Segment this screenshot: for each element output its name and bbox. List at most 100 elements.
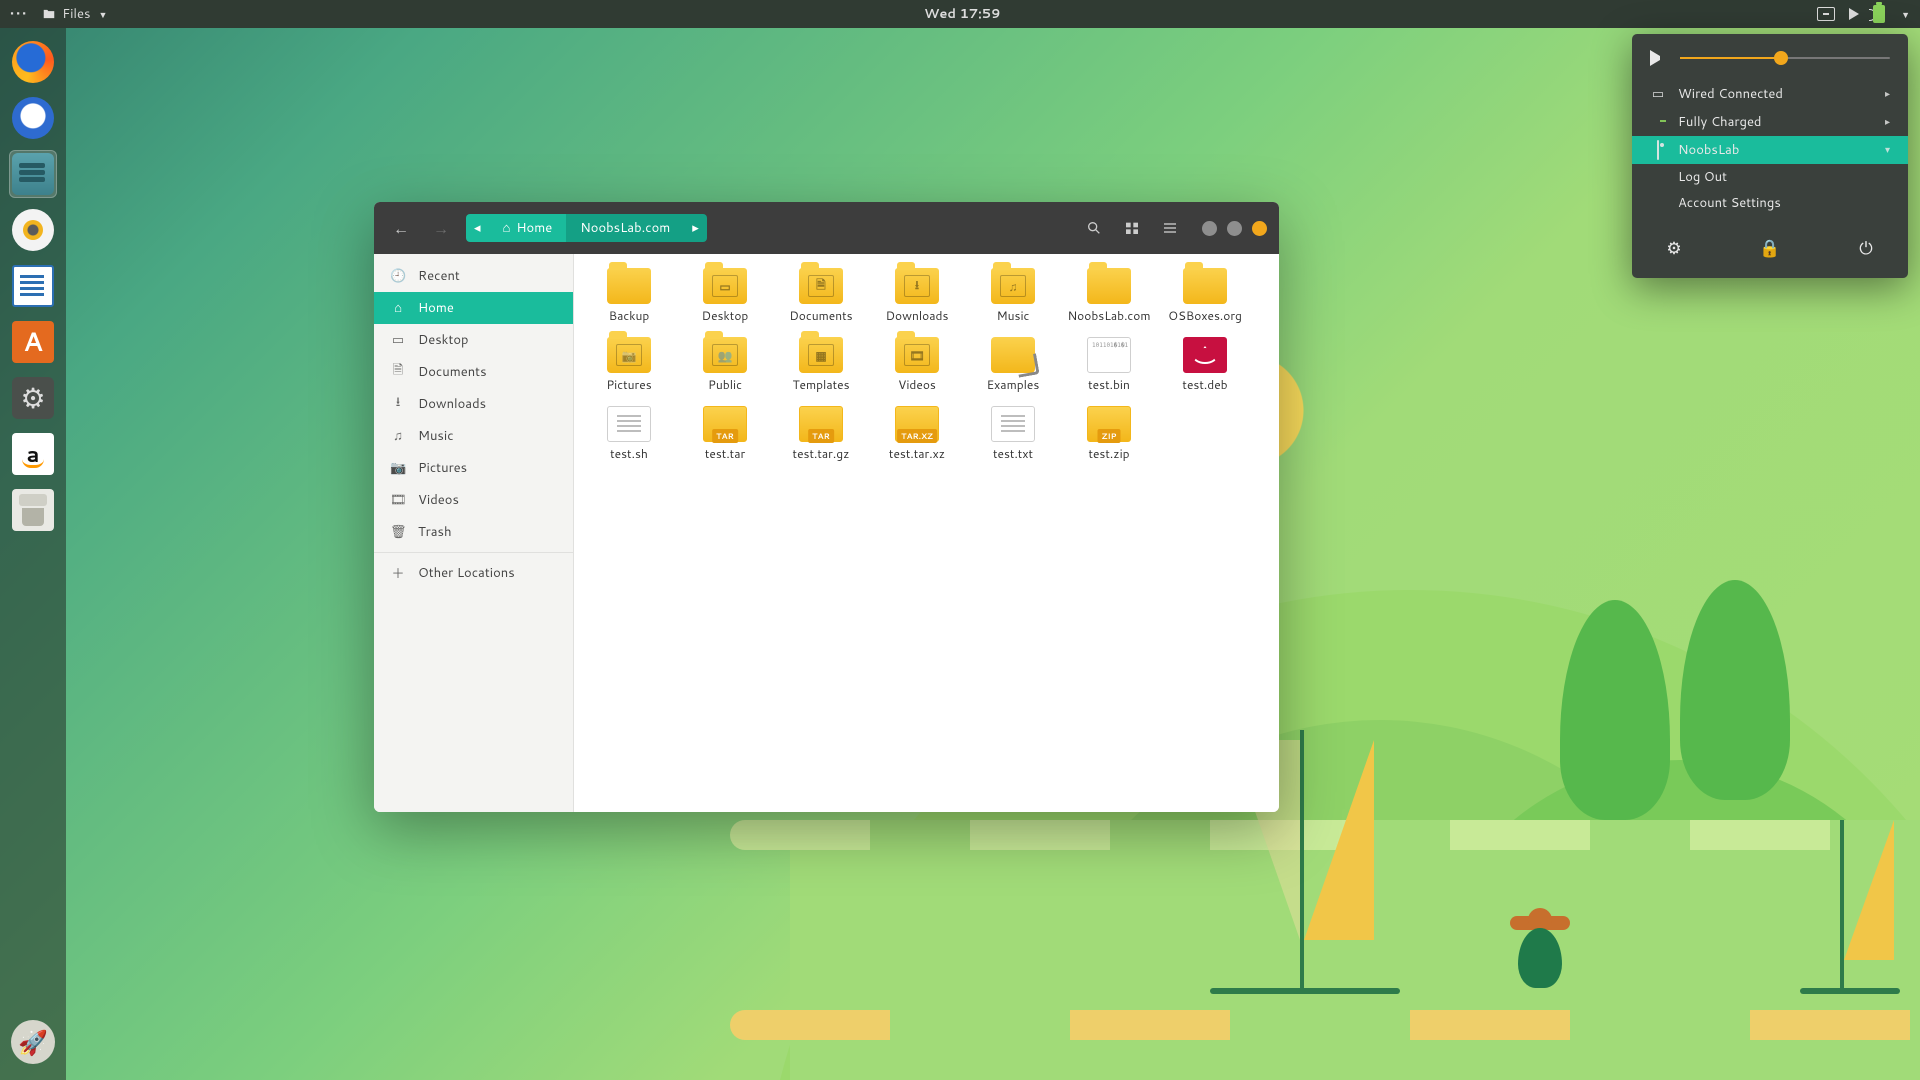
dock-app-rhythmbox[interactable] [9,206,57,254]
file-item-label: Examples [987,377,1040,392]
file-item-label: Pictures [606,377,651,392]
window-titlebar[interactable]: ← → ◂ ⌂ Home NoobsLab.com ▸ [374,202,1279,254]
clock[interactable]: Wed 17:59 [924,5,1000,23]
dock-app-amazon[interactable]: a [9,430,57,478]
sidebar-item-label: Music [418,427,454,445]
file-item[interactable]: test.sh [582,402,676,467]
file-item[interactable]: 🗎Documents [774,264,868,329]
file-item[interactable]: ZIPtest.zip [1062,402,1156,467]
file-item[interactable]: 🎞Videos [870,333,964,398]
file-item[interactable]: ▭Desktop [678,264,772,329]
file-item[interactable]: 📷Pictures [582,333,676,398]
window-minimize-button[interactable] [1202,221,1217,236]
sidebar-item-downloads[interactable]: ⭳Downloads [374,388,573,420]
sidebar-item-pictures[interactable]: 📷Pictures [374,452,573,484]
window-maximize-button[interactable] [1227,221,1242,236]
file-item-label: Backup [609,308,650,323]
path-breadcrumb: ◂ ⌂ Home NoobsLab.com ▸ [466,214,707,242]
system-menu-wired-connected[interactable]: ▭Wired Connected▸ [1632,80,1908,108]
file-item[interactable]: ⭳Downloads [870,264,964,329]
sidebar-item-label: Other Locations [418,564,515,582]
sidebar-item-home[interactable]: ⌂Home [374,292,573,324]
dock-app-settings[interactable]: ⚙ [9,374,57,422]
active-app-menu[interactable]: Files ▼ [42,5,107,23]
file-item[interactable]: 👥Public [678,333,772,398]
settings-button[interactable]: ⚙ [1660,234,1688,262]
sidebar-item-icon: ⌂ [390,299,406,317]
volume-slider-row [1632,50,1908,80]
file-item[interactable]: test.deb [1158,333,1252,398]
dock-app-launcher[interactable]: 🚀 [9,1018,57,1066]
file-item-label: Public [708,377,742,392]
sidebar-item-videos[interactable]: 🎞Videos [374,484,573,516]
file-item[interactable]: ▦Templates [774,333,868,398]
power-button[interactable]: ⏻ [1852,234,1880,262]
breadcrumb-current-label: NoobsLab.com [580,219,670,237]
sidebar-item-icon: 🗎 [390,361,406,383]
speaker-icon [1650,50,1666,66]
breadcrumb-current[interactable]: NoobsLab.com [566,214,684,242]
system-menu-popup: ▭Wired Connected▸Fully Charged▸NoobsLab▾… [1632,34,1908,278]
breadcrumb-prev-icon[interactable]: ◂ [466,214,489,242]
sidebar-item-label: Videos [418,491,459,509]
system-tray[interactable]: ▼ [1817,5,1910,23]
dock-app-firefox[interactable] [9,38,57,86]
file-item[interactable]: TAR.XZtest.tar.xz [870,402,964,467]
dock-app-software[interactable]: A [9,318,57,366]
system-submenu-log-out[interactable]: Log Out [1632,164,1908,190]
dock-app-trash[interactable] [9,486,57,534]
file-item[interactable]: Examples [966,333,1060,398]
file-item[interactable]: Backup [582,264,676,329]
breadcrumb-home-label: Home [516,219,552,237]
nav-forward-button[interactable]: → [426,213,456,243]
system-menu-fully-charged[interactable]: Fully Charged▸ [1632,108,1908,136]
system-menu-label: Wired Connected [1678,85,1783,103]
sidebar-item-music[interactable]: ♫Music [374,420,573,452]
window-close-button[interactable] [1252,221,1267,236]
nav-back-button[interactable]: ← [386,213,416,243]
chevron-down-icon[interactable]: ▼ [1901,8,1910,21]
file-item[interactable]: OSBoxes.org [1158,264,1252,329]
volume-icon[interactable] [1849,8,1859,20]
sidebar-item-icon: 🕘 [390,267,406,285]
file-item[interactable]: NoobsLab.com [1062,264,1156,329]
sidebar-item-icon: 🗑 [390,523,406,541]
sidebar-item-label: Trash [418,523,452,541]
file-item-label: test.tar.gz [793,446,850,461]
active-app-label: Files [62,5,90,23]
file-item[interactable]: test.txt [966,402,1060,467]
sidebar-item-icon: ▭ [390,331,406,349]
system-menu-label: Fully Charged [1678,113,1761,131]
sidebar-item-recent[interactable]: 🕘Recent [374,260,573,292]
sidebar-item-other-locations[interactable]: ＋Other Locations [374,557,573,589]
view-toggle-button[interactable] [1118,214,1146,242]
dock-app-thunderbird[interactable] [9,94,57,142]
sidebar-item-label: Downloads [418,395,486,413]
sidebar-item-trash[interactable]: 🗑 Trash [374,516,573,548]
sidebar-item-desktop[interactable]: ▭ Desktop [374,324,573,356]
search-button[interactable] [1080,214,1108,242]
sidebar-item-label: Desktop [418,331,469,349]
breadcrumb-next-icon[interactable]: ▸ [684,214,707,242]
volume-slider[interactable] [1680,57,1890,59]
user-icon [1650,141,1666,159]
system-menu-noobslab[interactable]: NoobsLab▾ [1632,136,1908,164]
file-item-label: Desktop [702,308,749,323]
lock-button[interactable]: 🔒 [1756,234,1784,262]
grid-icon [1124,220,1140,236]
dock-app-files[interactable] [9,150,57,198]
file-item[interactable]: TARtest.tar.gz [774,402,868,467]
sidebar-item-documents[interactable]: 🗎Documents [374,356,573,388]
file-item-label: Downloads [886,308,949,323]
hamburger-menu-button[interactable] [1156,214,1184,242]
system-submenu-account-settings[interactable]: Account Settings [1632,190,1908,216]
dock-app-writer[interactable] [9,262,57,310]
battery-icon[interactable] [1873,5,1885,23]
file-item[interactable]: TARtest.tar [678,402,772,467]
activities-button[interactable]: ••• [10,5,28,23]
file-item[interactable]: ♫Music [966,264,1060,329]
file-item[interactable]: test.bin [1062,333,1156,398]
breadcrumb-home[interactable]: ⌂ Home [489,214,567,242]
top-bar: ••• Files ▼ Wed 17:59 ▼ [0,0,1920,28]
keyboard-icon[interactable] [1817,7,1835,21]
